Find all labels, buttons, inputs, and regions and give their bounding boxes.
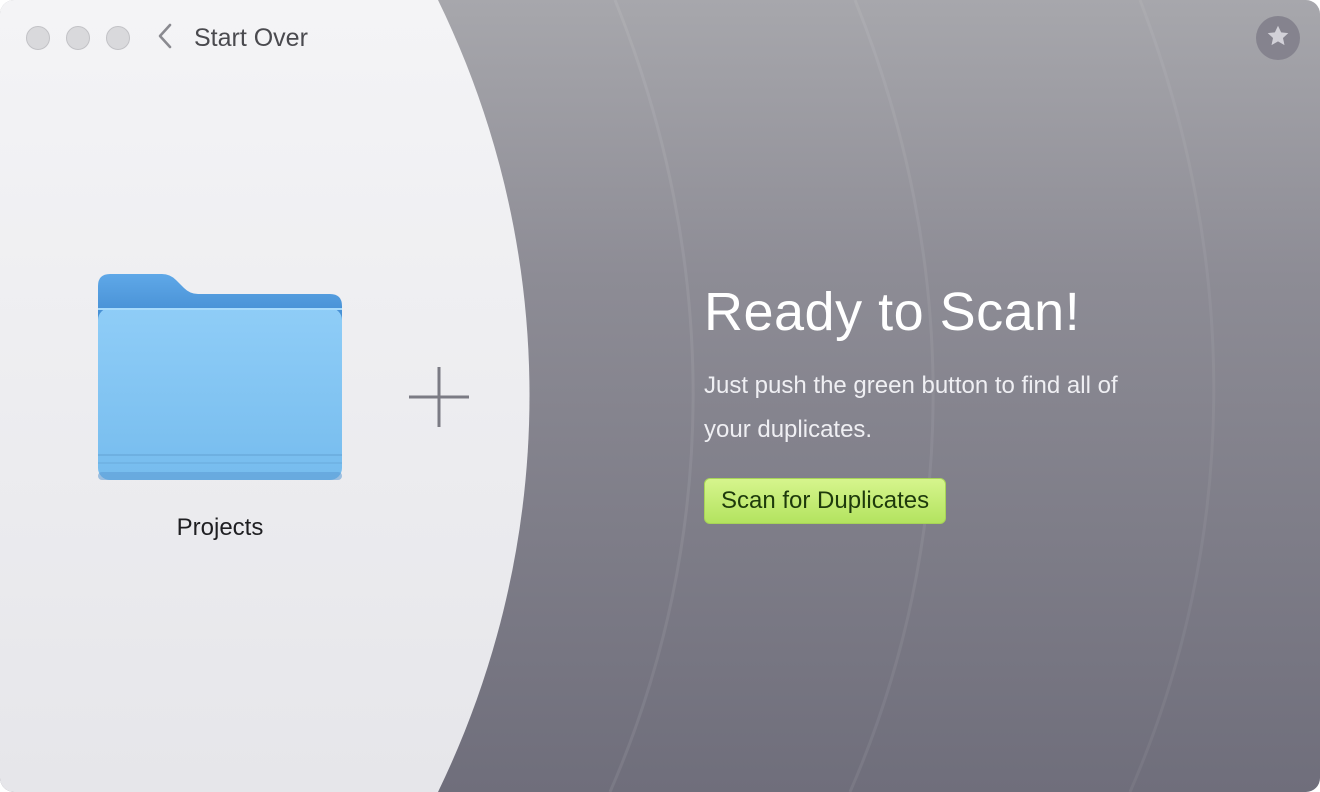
minimize-window-button[interactable] — [66, 26, 90, 50]
plus-icon[interactable] — [406, 364, 472, 430]
star-icon — [1265, 23, 1291, 54]
app-window: Start Over Projects Ready to Scan! Just … — [0, 0, 1320, 792]
folder-name: Projects — [176, 514, 264, 541]
start-over-label: Start Over — [194, 23, 308, 52]
page-title: Ready to Scan! — [704, 282, 1081, 342]
instruction-text: Just push the green button to find all o… — [704, 372, 1118, 443]
scan-for-duplicates-button[interactable]: Scan for Duplicates — [704, 478, 947, 524]
chevron-left-icon — [152, 22, 180, 55]
favorite-button[interactable] — [1256, 16, 1300, 60]
close-window-button[interactable] — [26, 26, 50, 50]
title-bar: Start Over — [0, 0, 600, 76]
start-over-button[interactable]: Start Over — [152, 20, 308, 56]
folder-icon[interactable] — [96, 272, 344, 484]
zoom-window-button[interactable] — [106, 26, 130, 50]
scan-panel: Ready to Scan! Just push the green butto… — [704, 278, 1224, 524]
